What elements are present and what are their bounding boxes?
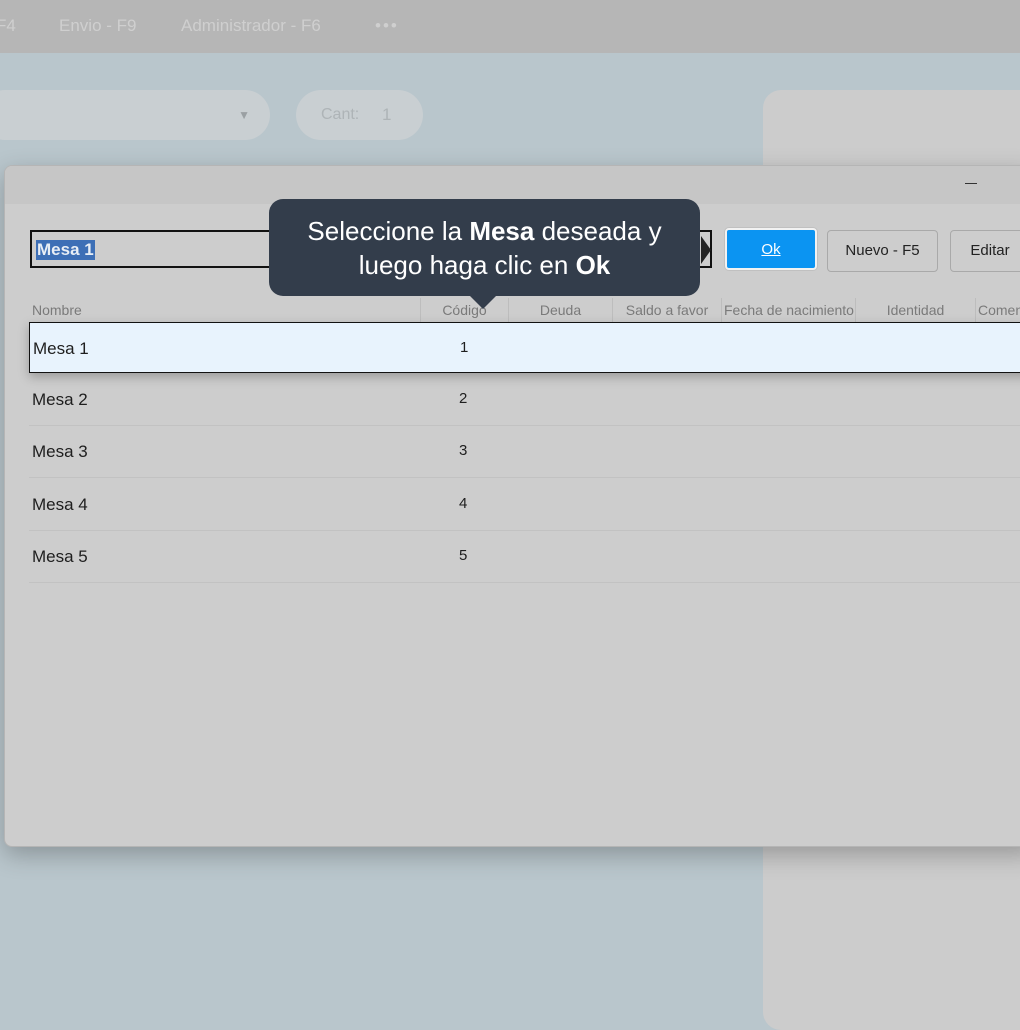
tooltip-text: deseada y (534, 216, 662, 246)
tooltip-text: Seleccione la (307, 216, 470, 246)
row-name: Mesa 4 (32, 495, 88, 514)
column-header-nombre[interactable]: Nombre (32, 298, 422, 322)
quantity-field[interactable]: Cant: 1 (296, 90, 423, 140)
tooltip-line-2: luego haga clic en Ok (269, 248, 700, 282)
row-code: 4 (459, 495, 468, 512)
ok-button-label: Ok (761, 241, 781, 258)
table-row-selected[interactable]: Mesa 1 1 (29, 322, 1020, 373)
column-header-comentario[interactable]: Comentario (975, 298, 1020, 322)
search-input-value: Mesa 1 (36, 240, 95, 260)
tooltip-pointer (469, 295, 497, 309)
tooltip-emphasis: Ok (575, 250, 611, 280)
new-button[interactable]: Nuevo - F5 (827, 230, 938, 272)
ok-button[interactable]: Ok (725, 228, 817, 270)
table-row[interactable]: Mesa 3 3 (29, 426, 1020, 478)
table-row[interactable]: Mesa 4 4 (29, 479, 1020, 531)
tutorial-tooltip: Seleccione la Mesa deseada y luego haga … (269, 199, 700, 309)
quantity-value: 1 (382, 105, 392, 124)
tooltip-emphasis: Mesa (469, 216, 535, 246)
row-name: Mesa 2 (32, 390, 88, 409)
tooltip-text: luego haga clic en (358, 250, 576, 280)
arrow-right-icon (701, 236, 711, 264)
row-code: 2 (459, 390, 468, 407)
row-name: Mesa 5 (32, 547, 88, 566)
column-header-saldo[interactable]: Saldo a favor (612, 298, 721, 322)
table-row[interactable]: Mesa 2 2 (29, 374, 1020, 426)
minimize-icon[interactable] (965, 183, 977, 184)
table-header: Nombre Código Deuda Saldo a favor Fecha … (29, 298, 1020, 322)
row-name: Mesa 3 (32, 442, 88, 461)
quantity-label: Cant: (321, 106, 360, 123)
column-header-deuda[interactable]: Deuda (508, 298, 612, 322)
row-name: Mesa 1 (33, 339, 89, 358)
top-menu-bar: F4 Envio - F9 Administrador - F6 ••• (0, 0, 1020, 53)
row-code: 3 (459, 442, 468, 459)
column-header-fecha[interactable]: Fecha de nacimiento (721, 298, 855, 322)
table-row[interactable]: Mesa 5 5 (29, 531, 1020, 583)
menu-item-administrador[interactable]: Administrador - F6 (181, 16, 321, 36)
column-header-identidad[interactable]: Identidad (855, 298, 975, 322)
edit-button[interactable]: Editar (950, 230, 1020, 272)
menu-item-envio[interactable]: Envio - F9 (59, 16, 136, 36)
row-code: 5 (459, 547, 468, 564)
product-combo[interactable]: ▼ (0, 90, 270, 140)
tooltip-line-1: Seleccione la Mesa deseada y (269, 214, 700, 248)
chevron-down-icon: ▼ (238, 108, 250, 122)
row-code: 1 (460, 339, 469, 356)
menu-item-f4[interactable]: F4 (0, 16, 16, 36)
more-menu-icon[interactable]: ••• (375, 16, 399, 36)
